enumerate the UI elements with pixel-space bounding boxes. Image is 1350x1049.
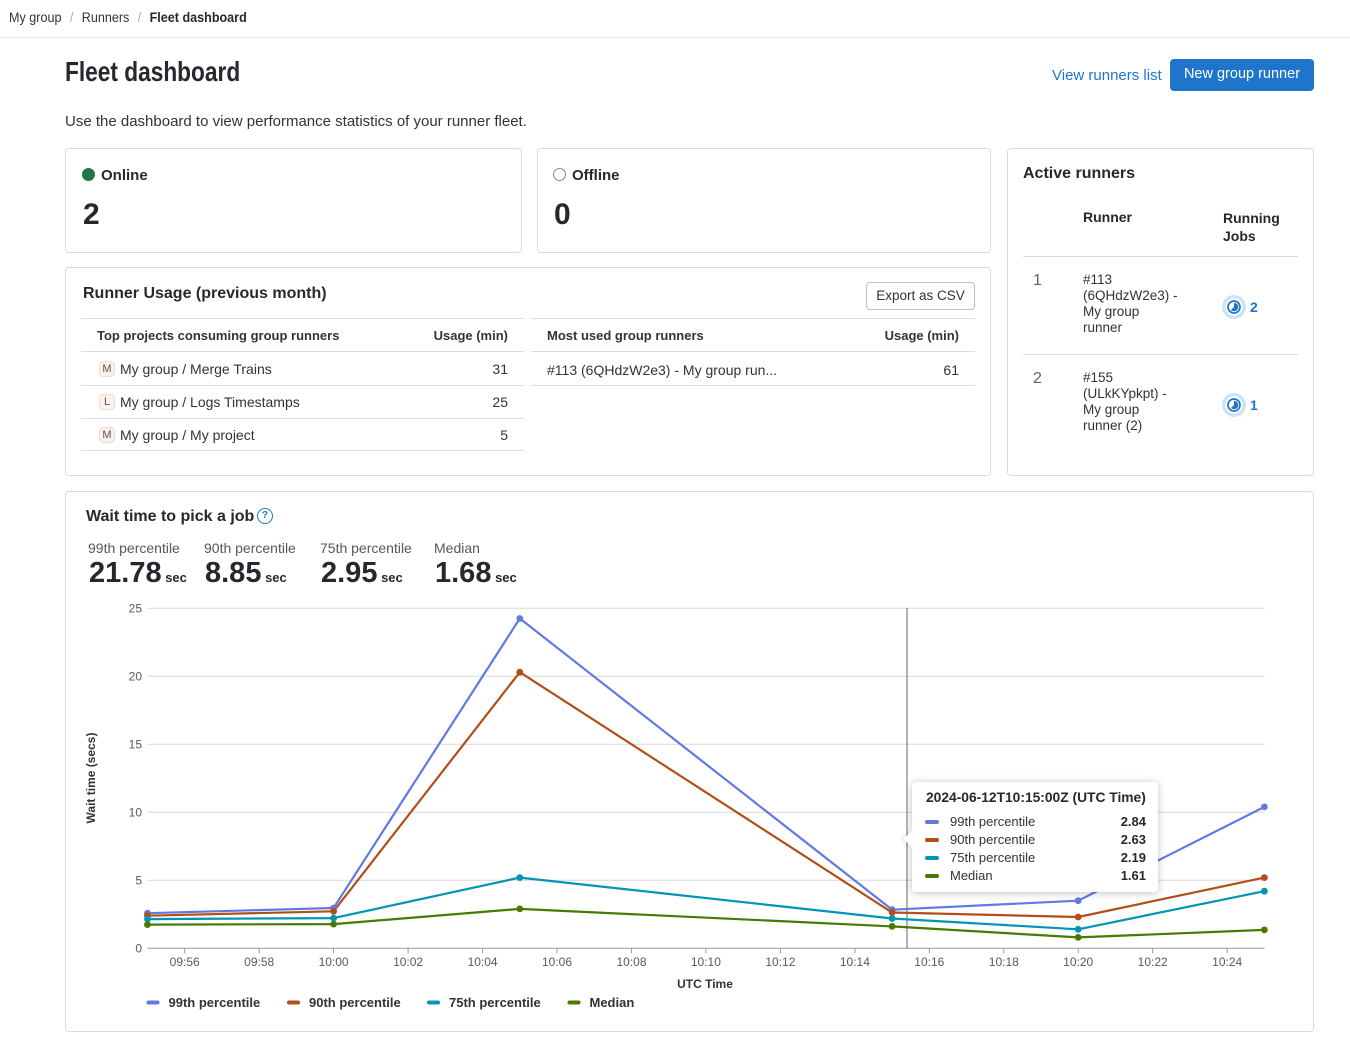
svg-text:Wait time (secs): Wait time (secs) (84, 733, 98, 824)
svg-text:09:56: 09:56 (170, 955, 200, 969)
svg-text:5: 5 (135, 873, 142, 887)
svg-text:99th percentile: 99th percentile (169, 995, 261, 1010)
svg-text:10:12: 10:12 (765, 955, 795, 969)
svg-text:10:16: 10:16 (914, 955, 944, 969)
svg-text:10:10: 10:10 (691, 955, 721, 969)
svg-text:90th percentile: 90th percentile (309, 995, 401, 1010)
svg-text:25: 25 (129, 601, 143, 615)
svg-text:10:08: 10:08 (616, 955, 646, 969)
svg-text:15: 15 (129, 737, 143, 751)
svg-text:Median: Median (590, 995, 635, 1010)
svg-text:10:04: 10:04 (468, 955, 498, 969)
svg-text:10:20: 10:20 (1063, 955, 1093, 969)
svg-text:UTC Time: UTC Time (677, 977, 733, 991)
svg-text:10:14: 10:14 (840, 955, 870, 969)
svg-text:75th percentile: 75th percentile (449, 995, 541, 1010)
svg-text:10:18: 10:18 (989, 955, 1019, 969)
svg-text:10:00: 10:00 (319, 955, 349, 969)
svg-text:10: 10 (129, 805, 143, 819)
svg-text:10:02: 10:02 (393, 955, 423, 969)
svg-text:20: 20 (129, 669, 143, 683)
svg-text:10:06: 10:06 (542, 955, 572, 969)
svg-text:10:24: 10:24 (1212, 955, 1242, 969)
svg-text:09:58: 09:58 (244, 955, 274, 969)
svg-text:0: 0 (135, 941, 142, 955)
svg-text:10:22: 10:22 (1138, 955, 1168, 969)
